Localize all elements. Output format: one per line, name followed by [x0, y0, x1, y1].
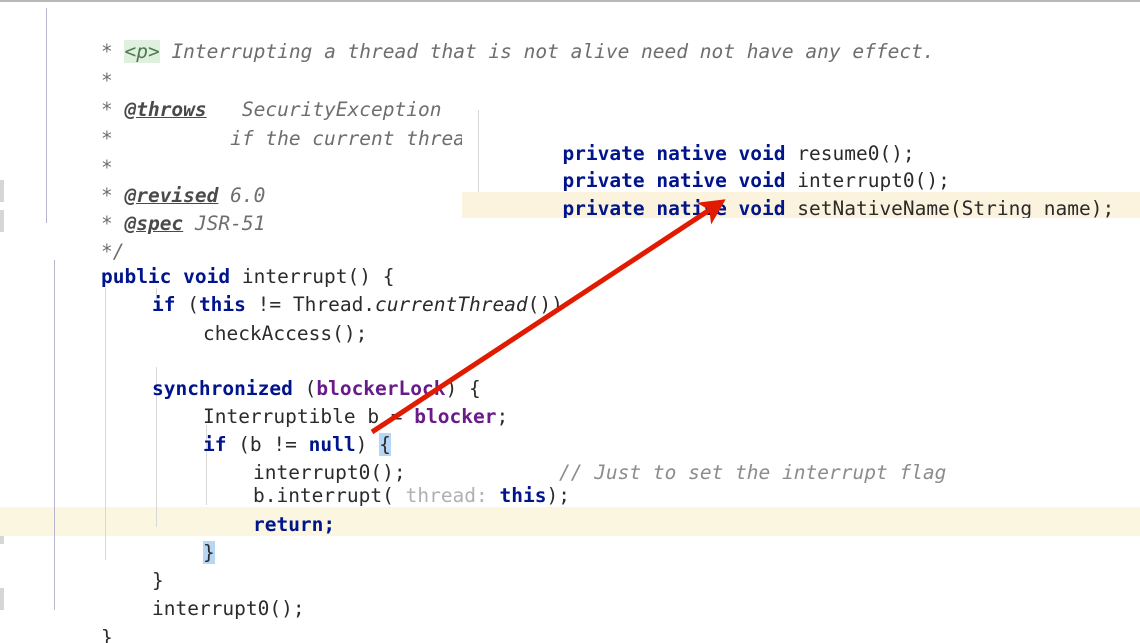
- brace-match-close: }: [202, 541, 215, 564]
- keyword-return: return;: [252, 513, 336, 536]
- change-marker-2: [0, 210, 4, 232]
- call-checkaccess: checkAccess();: [202, 322, 368, 345]
- javadoc-text: Interrupting a thread that is not alive …: [159, 40, 935, 63]
- change-marker-4: [0, 588, 4, 610]
- popup-row-setnativename: private native void setNativeName(String…: [492, 165, 1114, 218]
- closing-brace-method: }: [100, 626, 113, 643]
- html-tag-p: <p>: [124, 40, 160, 63]
- javadoc-tag-spec: @spec: [124, 212, 184, 235]
- paren-close-semicolon: );: [546, 484, 570, 507]
- static-method-currentthread: currentThread: [375, 293, 528, 316]
- keyword-private-native-void: private native void: [562, 197, 798, 218]
- code-line-interrupt0-tail: interrupt0();: [105, 565, 305, 643]
- inline-comment: // Just to set the interrupt flag: [558, 461, 947, 484]
- code-line-close-method: }: [54, 594, 113, 643]
- javadoc-spec-value: JSR-51: [183, 212, 266, 235]
- inline-parameter-hint-thread: thread:: [393, 484, 500, 507]
- annotation-box-interrupt0-call: [197, 425, 995, 463]
- indent-guide-javadoc: [46, 8, 47, 223]
- code-line-return: return;: [206, 481, 335, 568]
- paren-close: ()): [527, 293, 563, 316]
- native-method-setnativename: setNativeName(String name);: [797, 197, 1115, 218]
- code-editor[interactable]: * <p> Interrupting a thread that is not …: [0, 0, 1140, 643]
- call-interrupt0-tail: interrupt0();: [151, 597, 305, 620]
- keyword-this: this: [499, 484, 547, 507]
- annotation-box-interrupt0-declaration: [473, 135, 1037, 171]
- change-marker-1: [0, 180, 4, 202]
